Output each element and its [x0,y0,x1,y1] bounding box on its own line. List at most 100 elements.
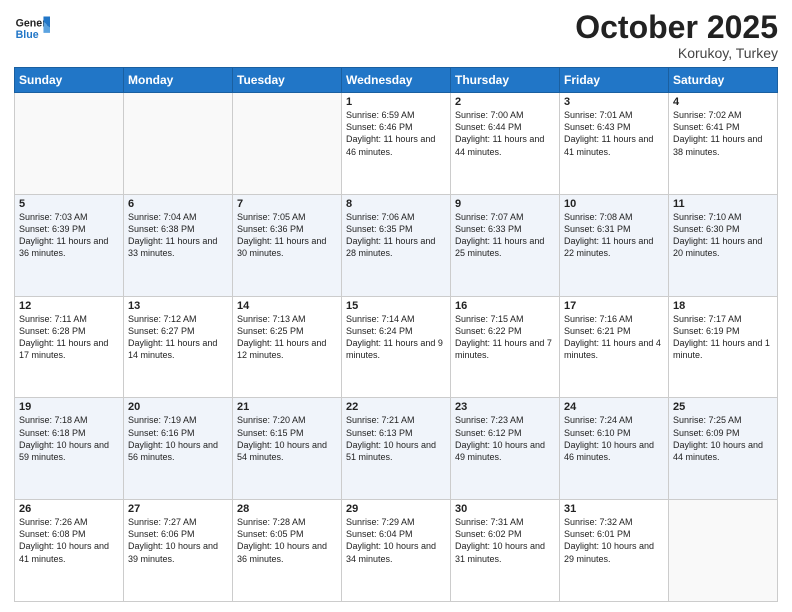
table-row: 7Sunrise: 7:05 AM Sunset: 6:36 PM Daylig… [233,194,342,296]
table-row [15,93,124,195]
logo: General Blue [14,10,50,46]
day-info: Sunrise: 7:06 AM Sunset: 6:35 PM Dayligh… [346,211,446,260]
table-row: 11Sunrise: 7:10 AM Sunset: 6:30 PM Dayli… [669,194,778,296]
day-number: 4 [673,96,773,108]
day-number: 19 [19,401,119,413]
table-row: 26Sunrise: 7:26 AM Sunset: 6:08 PM Dayli… [15,500,124,602]
col-monday: Monday [124,68,233,93]
table-row: 17Sunrise: 7:16 AM Sunset: 6:21 PM Dayli… [560,296,669,398]
day-info: Sunrise: 7:29 AM Sunset: 6:04 PM Dayligh… [346,516,446,565]
day-number: 9 [455,198,555,210]
table-row: 12Sunrise: 7:11 AM Sunset: 6:28 PM Dayli… [15,296,124,398]
header: General Blue October 2025 Korukoy, Turke… [14,10,778,61]
table-row: 29Sunrise: 7:29 AM Sunset: 6:04 PM Dayli… [342,500,451,602]
day-info: Sunrise: 7:04 AM Sunset: 6:38 PM Dayligh… [128,211,228,260]
day-info: Sunrise: 7:02 AM Sunset: 6:41 PM Dayligh… [673,109,773,158]
day-number: 26 [19,503,119,515]
day-info: Sunrise: 7:00 AM Sunset: 6:44 PM Dayligh… [455,109,555,158]
table-row [124,93,233,195]
day-number: 14 [237,300,337,312]
table-row: 24Sunrise: 7:24 AM Sunset: 6:10 PM Dayli… [560,398,669,500]
svg-text:Blue: Blue [16,29,39,41]
day-info: Sunrise: 7:26 AM Sunset: 6:08 PM Dayligh… [19,516,119,565]
page: General Blue October 2025 Korukoy, Turke… [0,0,792,612]
day-number: 20 [128,401,228,413]
day-info: Sunrise: 6:59 AM Sunset: 6:46 PM Dayligh… [346,109,446,158]
col-wednesday: Wednesday [342,68,451,93]
table-row: 28Sunrise: 7:28 AM Sunset: 6:05 PM Dayli… [233,500,342,602]
table-row: 15Sunrise: 7:14 AM Sunset: 6:24 PM Dayli… [342,296,451,398]
day-number: 30 [455,503,555,515]
table-row: 3Sunrise: 7:01 AM Sunset: 6:43 PM Daylig… [560,93,669,195]
day-info: Sunrise: 7:27 AM Sunset: 6:06 PM Dayligh… [128,516,228,565]
day-info: Sunrise: 7:21 AM Sunset: 6:13 PM Dayligh… [346,414,446,463]
day-info: Sunrise: 7:11 AM Sunset: 6:28 PM Dayligh… [19,313,119,362]
day-info: Sunrise: 7:23 AM Sunset: 6:12 PM Dayligh… [455,414,555,463]
day-number: 3 [564,96,664,108]
day-info: Sunrise: 7:32 AM Sunset: 6:01 PM Dayligh… [564,516,664,565]
day-info: Sunrise: 7:16 AM Sunset: 6:21 PM Dayligh… [564,313,664,362]
day-number: 15 [346,300,446,312]
day-number: 18 [673,300,773,312]
table-row: 6Sunrise: 7:04 AM Sunset: 6:38 PM Daylig… [124,194,233,296]
day-number: 11 [673,198,773,210]
table-row: 30Sunrise: 7:31 AM Sunset: 6:02 PM Dayli… [451,500,560,602]
table-row: 1Sunrise: 6:59 AM Sunset: 6:46 PM Daylig… [342,93,451,195]
title-block: October 2025 Korukoy, Turkey [575,10,778,61]
day-number: 6 [128,198,228,210]
table-row: 22Sunrise: 7:21 AM Sunset: 6:13 PM Dayli… [342,398,451,500]
col-friday: Friday [560,68,669,93]
day-number: 28 [237,503,337,515]
day-number: 7 [237,198,337,210]
day-info: Sunrise: 7:08 AM Sunset: 6:31 PM Dayligh… [564,211,664,260]
calendar-week-4: 19Sunrise: 7:18 AM Sunset: 6:18 PM Dayli… [15,398,778,500]
day-number: 24 [564,401,664,413]
day-info: Sunrise: 7:25 AM Sunset: 6:09 PM Dayligh… [673,414,773,463]
day-number: 13 [128,300,228,312]
day-number: 29 [346,503,446,515]
day-number: 5 [19,198,119,210]
day-number: 23 [455,401,555,413]
table-row: 25Sunrise: 7:25 AM Sunset: 6:09 PM Dayli… [669,398,778,500]
table-row [233,93,342,195]
day-number: 2 [455,96,555,108]
day-number: 27 [128,503,228,515]
day-info: Sunrise: 7:01 AM Sunset: 6:43 PM Dayligh… [564,109,664,158]
location-subtitle: Korukoy, Turkey [575,45,778,61]
day-number: 25 [673,401,773,413]
table-row: 2Sunrise: 7:00 AM Sunset: 6:44 PM Daylig… [451,93,560,195]
table-row: 23Sunrise: 7:23 AM Sunset: 6:12 PM Dayli… [451,398,560,500]
day-number: 22 [346,401,446,413]
day-number: 21 [237,401,337,413]
table-row: 5Sunrise: 7:03 AM Sunset: 6:39 PM Daylig… [15,194,124,296]
day-info: Sunrise: 7:28 AM Sunset: 6:05 PM Dayligh… [237,516,337,565]
calendar-week-3: 12Sunrise: 7:11 AM Sunset: 6:28 PM Dayli… [15,296,778,398]
calendar-week-1: 1Sunrise: 6:59 AM Sunset: 6:46 PM Daylig… [15,93,778,195]
table-row: 27Sunrise: 7:27 AM Sunset: 6:06 PM Dayli… [124,500,233,602]
day-info: Sunrise: 7:19 AM Sunset: 6:16 PM Dayligh… [128,414,228,463]
table-row: 16Sunrise: 7:15 AM Sunset: 6:22 PM Dayli… [451,296,560,398]
table-row: 8Sunrise: 7:06 AM Sunset: 6:35 PM Daylig… [342,194,451,296]
day-number: 10 [564,198,664,210]
day-info: Sunrise: 7:31 AM Sunset: 6:02 PM Dayligh… [455,516,555,565]
day-info: Sunrise: 7:14 AM Sunset: 6:24 PM Dayligh… [346,313,446,362]
table-row: 20Sunrise: 7:19 AM Sunset: 6:16 PM Dayli… [124,398,233,500]
day-number: 8 [346,198,446,210]
day-info: Sunrise: 7:18 AM Sunset: 6:18 PM Dayligh… [19,414,119,463]
day-number: 1 [346,96,446,108]
day-info: Sunrise: 7:05 AM Sunset: 6:36 PM Dayligh… [237,211,337,260]
calendar-table: Sunday Monday Tuesday Wednesday Thursday… [14,67,778,602]
day-info: Sunrise: 7:12 AM Sunset: 6:27 PM Dayligh… [128,313,228,362]
table-row: 4Sunrise: 7:02 AM Sunset: 6:41 PM Daylig… [669,93,778,195]
day-info: Sunrise: 7:20 AM Sunset: 6:15 PM Dayligh… [237,414,337,463]
table-row: 19Sunrise: 7:18 AM Sunset: 6:18 PM Dayli… [15,398,124,500]
table-row: 10Sunrise: 7:08 AM Sunset: 6:31 PM Dayli… [560,194,669,296]
day-info: Sunrise: 7:07 AM Sunset: 6:33 PM Dayligh… [455,211,555,260]
calendar-week-5: 26Sunrise: 7:26 AM Sunset: 6:08 PM Dayli… [15,500,778,602]
table-row: 9Sunrise: 7:07 AM Sunset: 6:33 PM Daylig… [451,194,560,296]
day-number: 16 [455,300,555,312]
day-info: Sunrise: 7:13 AM Sunset: 6:25 PM Dayligh… [237,313,337,362]
day-info: Sunrise: 7:24 AM Sunset: 6:10 PM Dayligh… [564,414,664,463]
logo-icon: General Blue [14,10,50,46]
month-title: October 2025 [575,10,778,45]
